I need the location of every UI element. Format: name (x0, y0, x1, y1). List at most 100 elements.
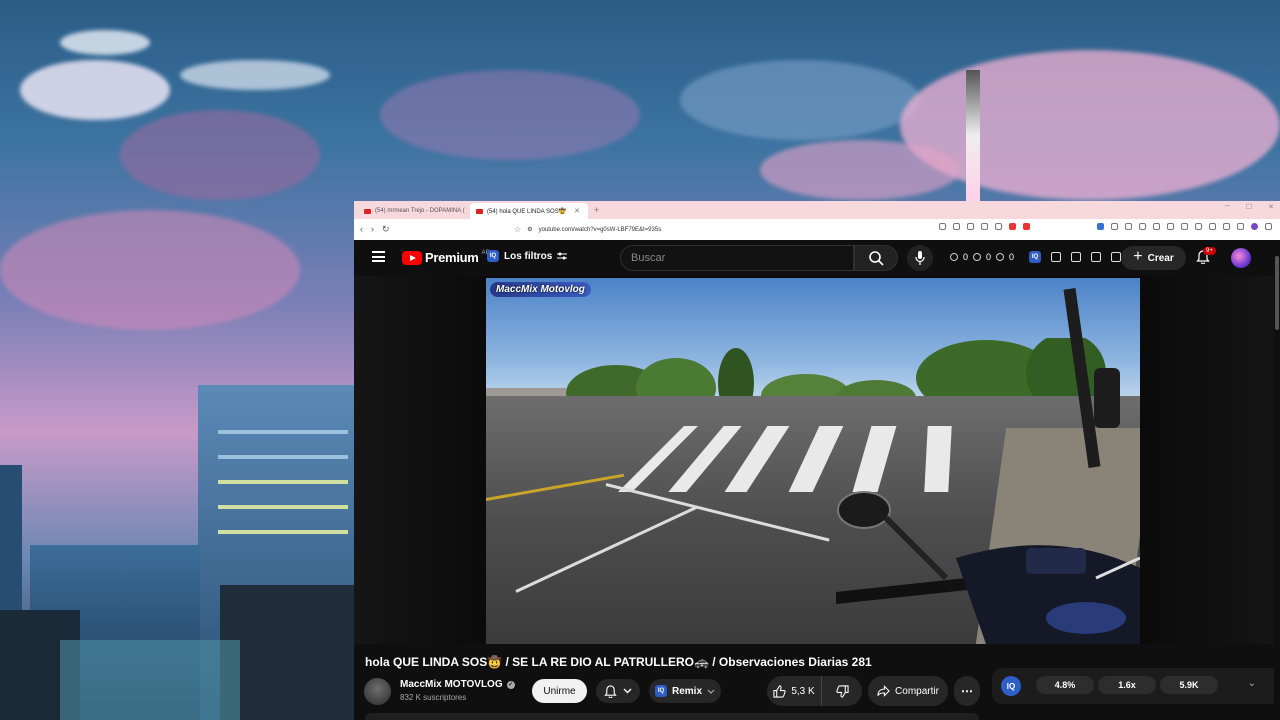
new-tab-button[interactable]: + (594, 205, 599, 215)
remix-button[interactable]: IQ Remix (649, 679, 721, 703)
thumbs-down-icon (835, 684, 849, 698)
browser-window: (54) mrmean Trejo - DOPAMINA ( (54) hola… (354, 201, 1280, 720)
zoom-icon[interactable] (967, 223, 974, 230)
back-icon[interactable]: ‹ (360, 224, 363, 235)
iq-stats-panel: IQ 4.8% 1.6x 5.9K ⌄ (992, 668, 1280, 704)
chevron-down-icon (623, 688, 632, 694)
site-settings-icon[interactable]: ⚙ (527, 226, 532, 233)
browser-toolbar: ‹ › ↻ ☆ ⚙ youtube.com/watch?v=g0sW-LBF79… (354, 219, 1280, 240)
plus-icon: + (1133, 248, 1143, 265)
bell-icon (604, 684, 617, 698)
iq-icon[interactable]: IQ (1029, 251, 1041, 263)
iq-icon: IQ (487, 250, 499, 262)
dislike-button[interactable] (822, 676, 862, 706)
stat-count: 0 (1009, 252, 1015, 262)
like-button[interactable]: 5,3 K (767, 676, 822, 706)
remix-label: Remix (671, 685, 702, 697)
user-avatar[interactable] (1231, 248, 1251, 268)
search-input[interactable]: Buscar (620, 245, 854, 271)
extension-icon[interactable] (1125, 223, 1132, 230)
filters-label: Los filtros (504, 250, 553, 262)
extension-icon[interactable] (1153, 223, 1160, 230)
player-area: MaccMix Motovlog (354, 276, 1280, 644)
stat-count: 0 (963, 252, 969, 262)
cast-icon[interactable] (953, 223, 960, 230)
traffic-light (1094, 368, 1120, 428)
mute-icon[interactable] (939, 223, 946, 230)
music-icon[interactable] (1167, 223, 1174, 230)
leo-icon[interactable] (1223, 223, 1230, 230)
youtube-favicon-icon (364, 208, 371, 214)
eye-icon (973, 253, 982, 261)
multiplier-pill: 1.6x (1098, 676, 1156, 694)
sparkle-icon[interactable] (1111, 252, 1121, 262)
description-box-edge (365, 713, 979, 720)
subscription-bell-button[interactable] (596, 679, 640, 703)
share-page-icon[interactable] (981, 223, 988, 230)
search-button[interactable] (854, 245, 898, 271)
filters-button[interactable]: IQ Los filtros (487, 250, 568, 262)
youtube-header: Premium AR IQ Los filtros Buscar 0 0 0 I… (354, 240, 1280, 276)
page-scrollbar[interactable] (1274, 240, 1280, 720)
chat-icon[interactable] (1091, 252, 1101, 262)
rewards-icon[interactable] (1023, 223, 1030, 230)
motorcycle-handlebar (836, 491, 1140, 644)
award-icon[interactable] (1071, 252, 1081, 262)
video-player[interactable]: MaccMix Motovlog (486, 278, 1140, 644)
stat-count: 0 (986, 252, 992, 262)
url-text: youtube.com/watch?v=g0sW-LBF79E&t=935s (538, 226, 662, 233)
extension-icon[interactable] (1097, 223, 1104, 230)
notification-badge: 9+ (1203, 247, 1216, 255)
tab-dopamina[interactable]: (54) mrmean Trejo - DOPAMINA ( (358, 203, 470, 219)
bookmark-icon[interactable]: ☆ (514, 225, 521, 234)
extension-icon[interactable] (1237, 223, 1244, 230)
channel-watermark-logo: MaccMix Motovlog (490, 282, 591, 297)
expand-chevron-icon[interactable]: ⌄ (1248, 678, 1256, 689)
wallet-icon[interactable] (1195, 223, 1202, 230)
list-icon[interactable] (1051, 252, 1061, 262)
join-button[interactable]: Unirme (532, 679, 587, 703)
extension-icon[interactable] (1139, 223, 1146, 230)
create-button[interactable]: + Crear (1121, 246, 1186, 270)
sliders-icon (557, 252, 568, 260)
minimize-icon[interactable]: ─ (1225, 203, 1230, 211)
hamburger-menu-icon[interactable] (372, 251, 385, 262)
channel-name[interactable]: MaccMix MOTOVLOG ✓ (400, 679, 515, 690)
tab-label: (54) mrmean Trejo - DOPAMINA ( (375, 208, 465, 214)
more-actions-button[interactable]: ⋯ (954, 676, 980, 706)
close-window-icon[interactable]: ✕ (1268, 203, 1274, 211)
maximize-icon[interactable]: ☐ (1246, 203, 1252, 211)
menu-icon[interactable] (1265, 223, 1272, 230)
clock-icon (950, 253, 958, 261)
tab-current-video[interactable]: (54) hola QUE LINDA SOS🤠 ✕ (470, 203, 588, 219)
reload-icon[interactable]: ↻ (382, 224, 390, 235)
brave-shield-icon[interactable] (1009, 223, 1016, 230)
search-icon (868, 250, 884, 266)
share-icon (877, 685, 890, 697)
youtube-favicon-icon (476, 208, 483, 214)
voice-search-button[interactable] (907, 245, 933, 271)
iq-logo-icon[interactable]: IQ (1001, 676, 1021, 696)
views-per-hour-pill: 5.9K (1160, 676, 1218, 694)
extension-icon[interactable] (1111, 223, 1118, 230)
eye-off-icon (996, 253, 1005, 261)
close-tab-icon[interactable]: ✕ (574, 207, 580, 215)
pip-icon[interactable] (995, 223, 1002, 230)
thumbs-up-icon (773, 684, 786, 698)
subscriber-count: 832 K suscriptores (400, 693, 467, 702)
microphone-icon (915, 251, 925, 265)
sidebar-icon[interactable] (1181, 223, 1188, 230)
youtube-premium-logo[interactable]: Premium AR (402, 250, 490, 265)
watch-stats-bar: 0 0 0 (950, 252, 1014, 262)
crosswalk-stripe (924, 426, 952, 492)
youtube-play-icon (402, 250, 422, 265)
scrollbar-thumb[interactable] (1275, 256, 1279, 330)
channel-avatar[interactable] (364, 678, 391, 705)
profile-icon[interactable] (1251, 223, 1258, 230)
window-controls: ─ ☐ ✕ (1225, 203, 1274, 211)
share-button[interactable]: Compartir (868, 676, 948, 706)
extension-icon[interactable] (1209, 223, 1216, 230)
forward-icon[interactable]: › (371, 224, 374, 235)
iq-icon: IQ (654, 685, 667, 697)
tab-bar: (54) mrmean Trejo - DOPAMINA ( (54) hola… (354, 201, 1280, 219)
